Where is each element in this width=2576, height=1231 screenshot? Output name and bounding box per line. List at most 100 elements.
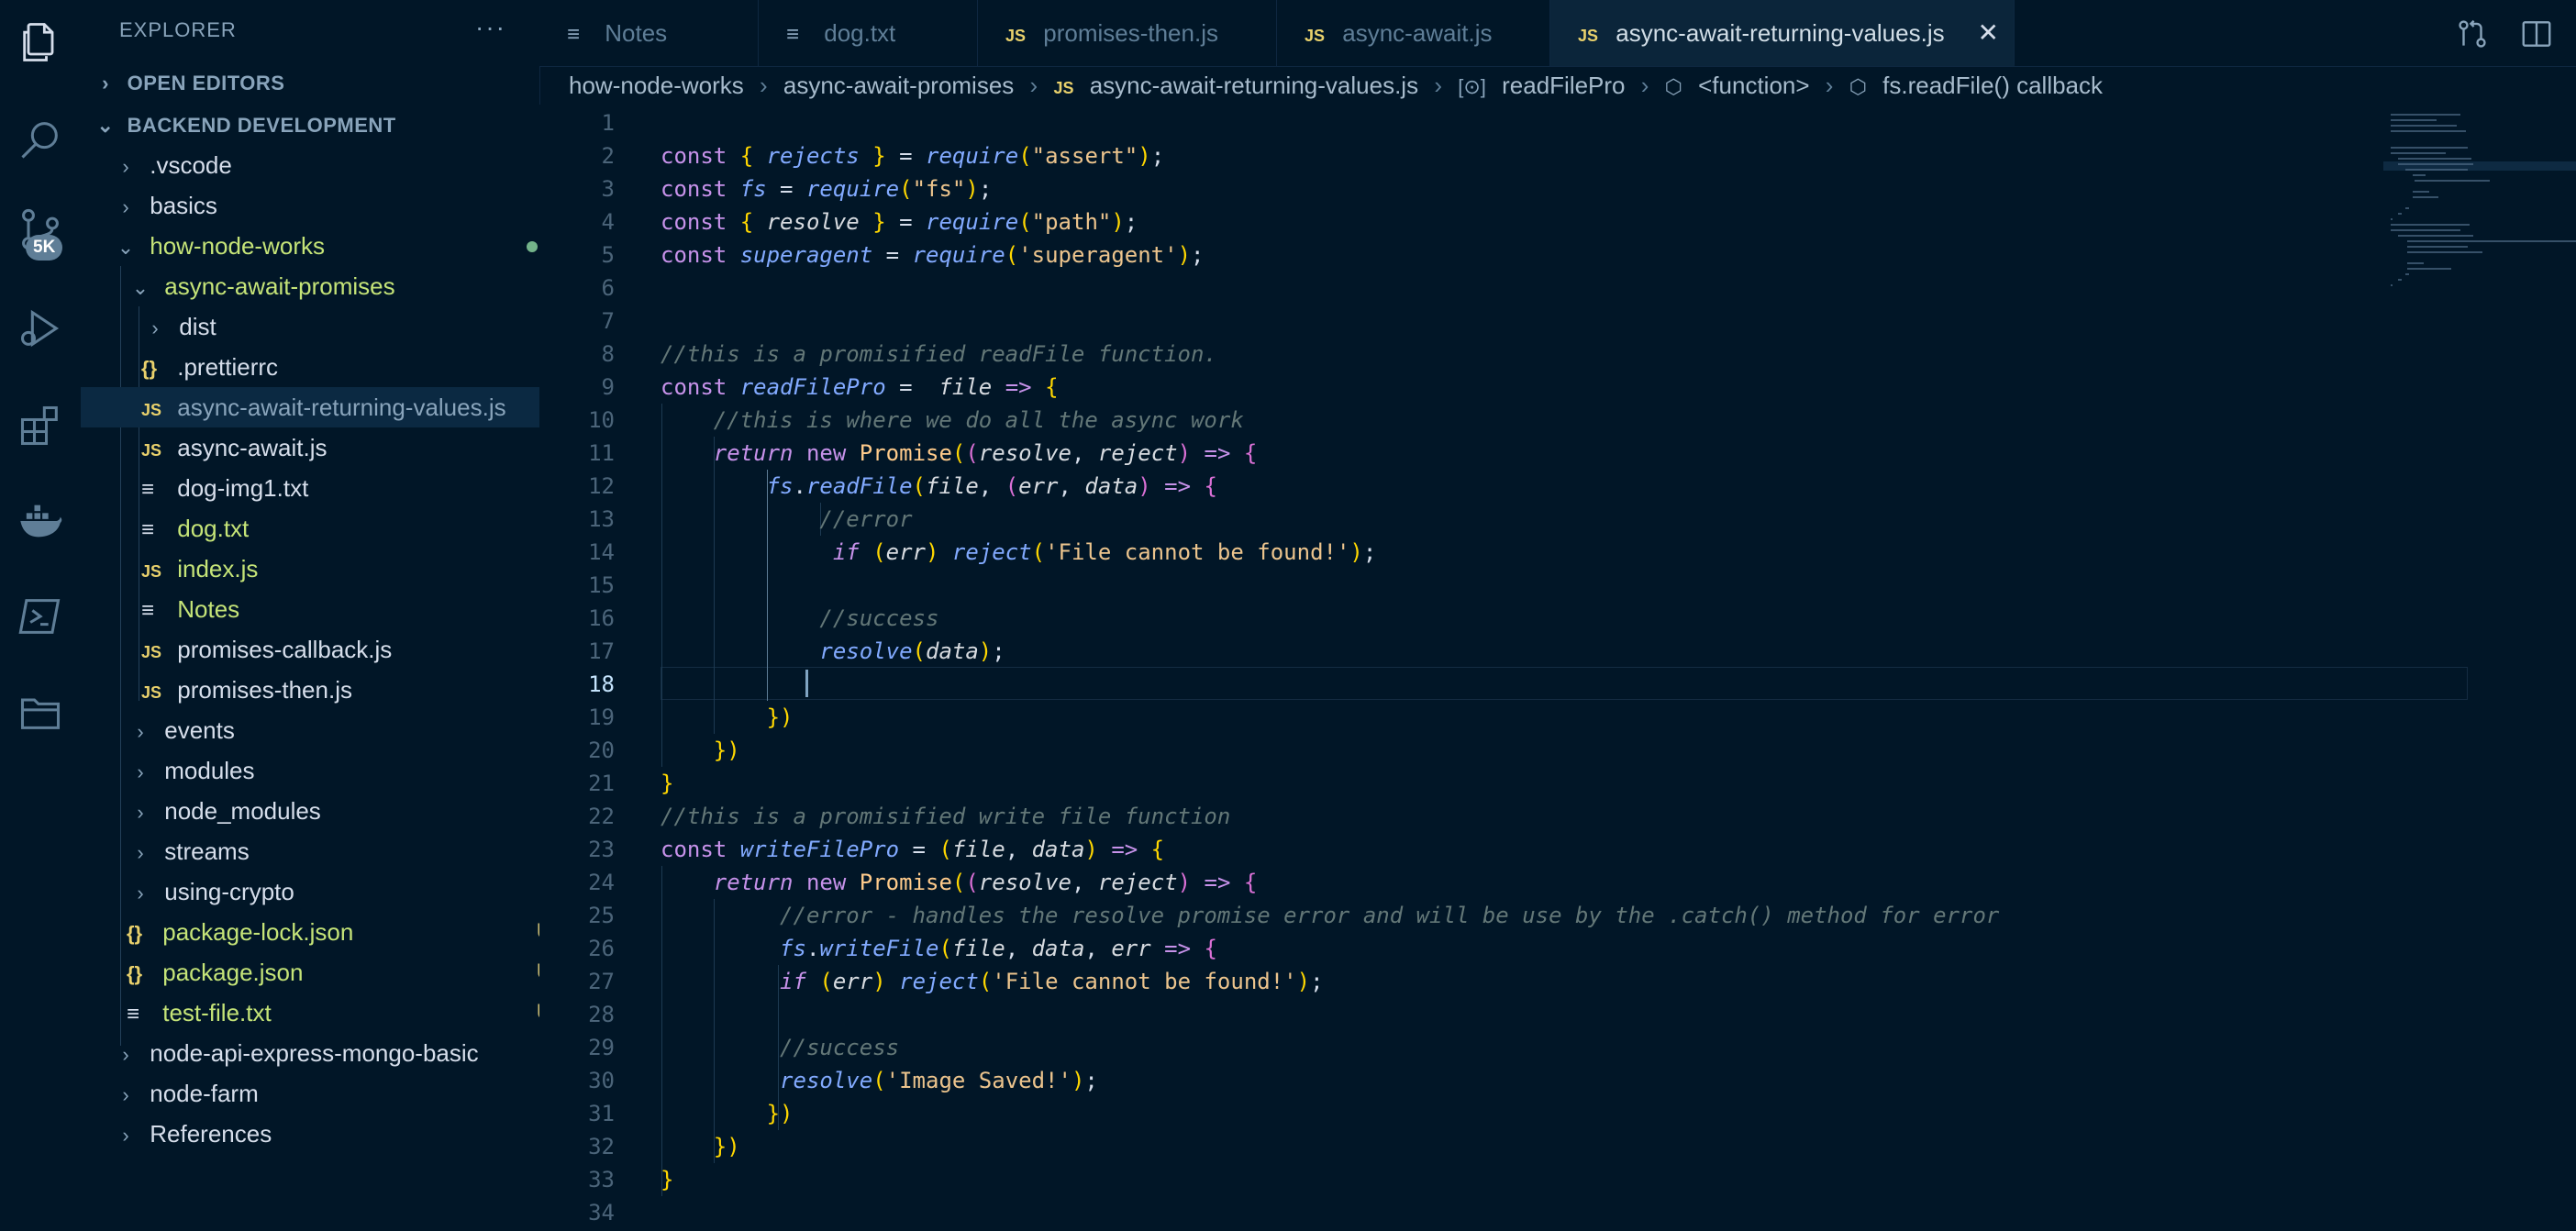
tree-item-folder[interactable]: › using-crypto — [81, 871, 589, 912]
line-number: 6 — [601, 275, 615, 301]
tree-item-file[interactable]: {} package-lock.json U — [81, 912, 585, 952]
breadcrumb-item[interactable]: fs.readFile() callback — [1882, 72, 2103, 99]
minimap-line — [2391, 152, 2446, 154]
open-changes-icon[interactable] — [2455, 17, 2490, 51]
tree-item-folder[interactable]: › events — [81, 710, 589, 750]
code-line: const fs = require("fs"); — [661, 176, 993, 202]
open-editors-section[interactable]: › OPEN EDITORS — [81, 63, 554, 104]
activity-bar: 5K — [0, 0, 82, 1231]
chevron-right-icon: › — [151, 316, 159, 339]
breadcrumb-item[interactable]: readFilePro — [1502, 72, 1625, 99]
tree-item-folder[interactable]: › basics — [81, 185, 574, 226]
tab-notes[interactable]: ≡ Notes — [539, 0, 759, 66]
tree-item-file[interactable]: ≡ Notes U — [81, 589, 600, 629]
tree-item-label: promises-callback.js — [177, 636, 393, 663]
tree-item-label: async-await-promises — [164, 272, 395, 300]
tree-item-file[interactable]: JS promises-callback.js — [81, 629, 600, 670]
tab-promises-then[interactable]: JS promises-then.js — [978, 0, 1277, 66]
tree-item-file[interactable]: ≡ dog.txt U — [81, 508, 600, 549]
minimap-line — [2413, 191, 2429, 193]
workspace-section[interactable]: ⌄ BACKEND DEVELOPMENT — [81, 105, 554, 146]
json-file-icon: {} — [141, 357, 158, 380]
tree-item-label: using-crypto — [164, 878, 294, 905]
tree-item-folder-open[interactable]: ⌄ async-await-promises — [81, 266, 589, 306]
line-number: 3 — [601, 176, 615, 202]
minimap-line — [2391, 114, 2460, 116]
chevron-right-icon: › — [1640, 72, 1649, 99]
search-icon[interactable] — [11, 110, 70, 169]
close-tab-icon[interactable]: ✕ — [1978, 0, 1999, 66]
text-file-icon: ≡ — [141, 517, 155, 542]
code-line: }) — [766, 704, 794, 730]
code-line: resolve('Image Saved!'); — [780, 1068, 1098, 1093]
split-editor-icon[interactable] — [2519, 17, 2554, 51]
variable-icon: [⊙] — [1458, 75, 1486, 98]
code-line: fs.readFile(file, (err, data) => { — [766, 473, 1217, 499]
tree-item-folder[interactable]: › .vscode — [81, 145, 574, 185]
minimap-line — [2407, 262, 2424, 264]
tree-item-file[interactable]: {} .prettierrc — [81, 347, 600, 387]
tree-item-file[interactable]: JS async-await.js — [81, 427, 600, 468]
line-number: 27 — [588, 969, 615, 994]
line-number: 19 — [588, 704, 615, 730]
tree-item-folder[interactable]: › node-farm — [81, 1073, 574, 1114]
tree-item-folder[interactable]: › dist — [81, 306, 604, 347]
tree-item-folder[interactable]: › streams — [81, 831, 589, 871]
minimap-line — [2398, 279, 2402, 281]
tree-item-file-selected[interactable]: JS async-await-returning-values.js — [81, 387, 600, 427]
breadcrumb-item[interactable]: <function> — [1698, 72, 1809, 99]
tree-item-folder[interactable]: › node_modules — [81, 791, 589, 831]
minimap-line — [2405, 207, 2409, 209]
code-line: const superagent = require('superagent')… — [661, 242, 1205, 268]
breadcrumb-item[interactable]: async-await-promises — [783, 72, 1014, 99]
tree-item-file[interactable]: ≡ test-file.txt U — [81, 993, 585, 1033]
tab-async-await-returning-values[interactable]: JS async-await-returning-values.js ✕ — [1550, 0, 2015, 66]
docker-icon[interactable] — [11, 492, 70, 550]
run-debug-icon[interactable] — [11, 299, 70, 358]
tree-item-label: dist — [179, 313, 217, 340]
minimap-line — [2391, 147, 2468, 149]
minimap-line — [2398, 163, 2473, 165]
line-number: 29 — [588, 1035, 615, 1060]
tab-dog-txt[interactable]: ≡ dog.txt — [759, 0, 978, 66]
tab-async-await[interactable]: JS async-await.js — [1277, 0, 1550, 66]
terminal-icon[interactable] — [11, 587, 70, 646]
more-actions-icon[interactable]: ··· — [475, 13, 506, 42]
code-line: return new Promise((resolve, reject) => … — [713, 440, 1258, 466]
breadcrumb-item[interactable]: how-node-works — [569, 72, 744, 99]
tree-item-label: .prettierrc — [177, 353, 279, 381]
line-number: 22 — [588, 804, 615, 829]
breadcrumb-item[interactable]: async-await-returning-values.js — [1090, 72, 1418, 99]
minimap-line — [2405, 169, 2468, 171]
line-number: 4 — [601, 209, 615, 235]
tree-item-file[interactable]: {} package.json U — [81, 952, 585, 993]
chevron-right-icon: › — [122, 1083, 129, 1106]
tree-item-file[interactable]: JS promises-then.js — [81, 670, 600, 710]
tree-item-label: dog-img1.txt — [177, 474, 309, 502]
tree-item-file[interactable]: JS index.js U — [81, 549, 600, 589]
tab-label: async-await-returning-values.js — [1616, 19, 1945, 47]
minimap-line — [2391, 119, 2437, 121]
line-number: 24 — [588, 870, 615, 895]
js-file-icon: JS — [141, 562, 162, 581]
remote-explorer-icon[interactable] — [11, 682, 70, 741]
tree-item-file[interactable]: ≡ dog-img1.txt — [81, 468, 600, 508]
chevron-right-icon: › — [137, 720, 144, 743]
tree-item-folder[interactable]: › References — [81, 1114, 574, 1154]
code-editor[interactable]: 1 2 3 4 5 6 7 8 9 10 11 12 13 14 15 16 17 18 19 20 21 22 23 24 2… — [539, 105, 2576, 1231]
source-control-badge: 5K — [26, 235, 63, 261]
minimap-line — [2398, 158, 2471, 160]
explorer-icon[interactable] — [11, 13, 70, 72]
chevron-right-icon: › — [1434, 72, 1442, 99]
tree-item-folder-open[interactable]: ⌄ how-node-works — [81, 226, 574, 266]
tree-item-folder[interactable]: › modules — [81, 750, 589, 791]
minimap-line — [2405, 273, 2409, 275]
code-line: //this is where we do all the async work — [713, 407, 1244, 433]
tree-item-label: promises-then.js — [177, 676, 352, 704]
tree-item-label: .vscode — [150, 151, 232, 179]
code-line: resolve(data); — [819, 638, 1005, 664]
chevron-right-icon: › — [759, 72, 768, 99]
extensions-icon[interactable] — [11, 396, 70, 455]
tree-item-folder[interactable]: › node-api-express-mongo-basic — [81, 1033, 574, 1073]
minimap[interactable] — [2383, 105, 2576, 563]
